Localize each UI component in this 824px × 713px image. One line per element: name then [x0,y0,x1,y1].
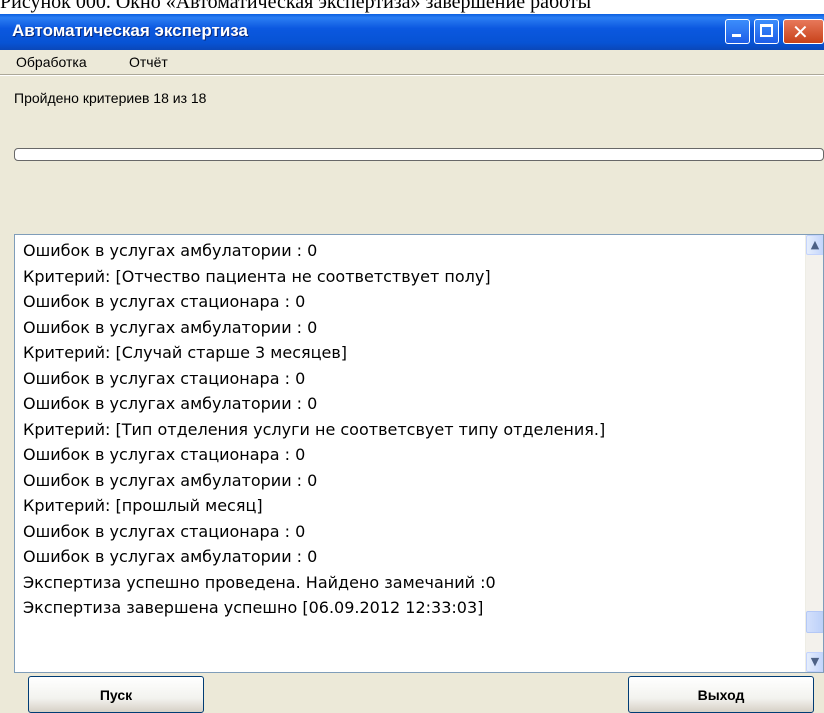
log-line: Экспертиза успешно проведена. Найдено за… [23,572,496,592]
scrollbar-thumb[interactable] [806,611,823,633]
log-output[interactable]: Ошибок в услугах амбулатории : 0 Критерий… [14,234,824,673]
maximize-icon [760,24,773,37]
log-line: Ошибок в услугах амбулатории : 0 [23,547,318,566]
log-line: Критерий: [Тип отделения услуги не соотв… [23,419,606,439]
menu-bar: Обработка Отчёт [0,50,824,74]
minimize-button[interactable] [725,19,750,44]
close-button[interactable]: ✕ [783,19,824,44]
log-line: Ошибок в услугах амбулатории : 0 [23,470,318,490]
log-line: Ошибок в услугах амбулатории : 0 [23,241,318,260]
minimize-icon [732,34,741,37]
vertical-scrollbar[interactable]: ▲ ▼ [805,235,823,672]
log-line: Ошибок в услугах стационара : 0 [23,445,306,464]
log-line: Ошибок в услугах стационара : 0 [23,521,306,541]
menu-divider [0,74,824,76]
log-line: Ошибок в услугах стационара : 0 [23,368,306,388]
app-window: Автоматическая экспертиза ✕ Обработка От… [0,14,824,713]
log-lines: Ошибок в услугах амбулатории : 0 Критерий… [23,238,605,621]
menu-item-report[interactable]: Отчёт [129,54,168,70]
scroll-up-button[interactable]: ▲ [806,235,823,255]
maximize-button[interactable] [754,19,779,44]
window-title: Автоматическая экспертиза [12,21,248,40]
title-bar[interactable]: Автоматическая экспертиза ✕ [0,14,824,50]
chevron-down-icon: ▼ [810,655,820,668]
log-line: Критерий: [Отчество пациента не соответс… [23,266,491,286]
criteria-status: Пройдено критериев 18 из 18 [14,90,207,106]
progress-bar [14,148,824,161]
scroll-down-button[interactable]: ▼ [806,652,823,672]
log-line: Ошибок в услугах амбулатории : 0 [23,317,318,337]
log-line: Ошибок в услугах амбулатории : 0 [23,394,318,413]
close-icon: ✕ [792,20,809,44]
caption-text: Рисунок 000. Окно «Автоматическая экспер… [0,0,592,13]
log-line: Критерий: [прошлый месяц] [23,496,263,515]
exit-button[interactable]: Выход [628,676,814,713]
document-caption: Рисунок 000. Окно «Автоматическая экспер… [0,0,824,14]
menu-item-processing[interactable]: Обработка [16,54,87,70]
chevron-up-icon: ▲ [810,238,820,251]
log-line: Критерий: [Случай старше 3 месяцев] [23,343,348,362]
log-line: Экспертиза завершена успешно [06.09.2012… [23,598,484,617]
start-button[interactable]: Пуск [28,676,204,713]
log-line: Ошибок в услугах стационара : 0 [23,292,306,311]
